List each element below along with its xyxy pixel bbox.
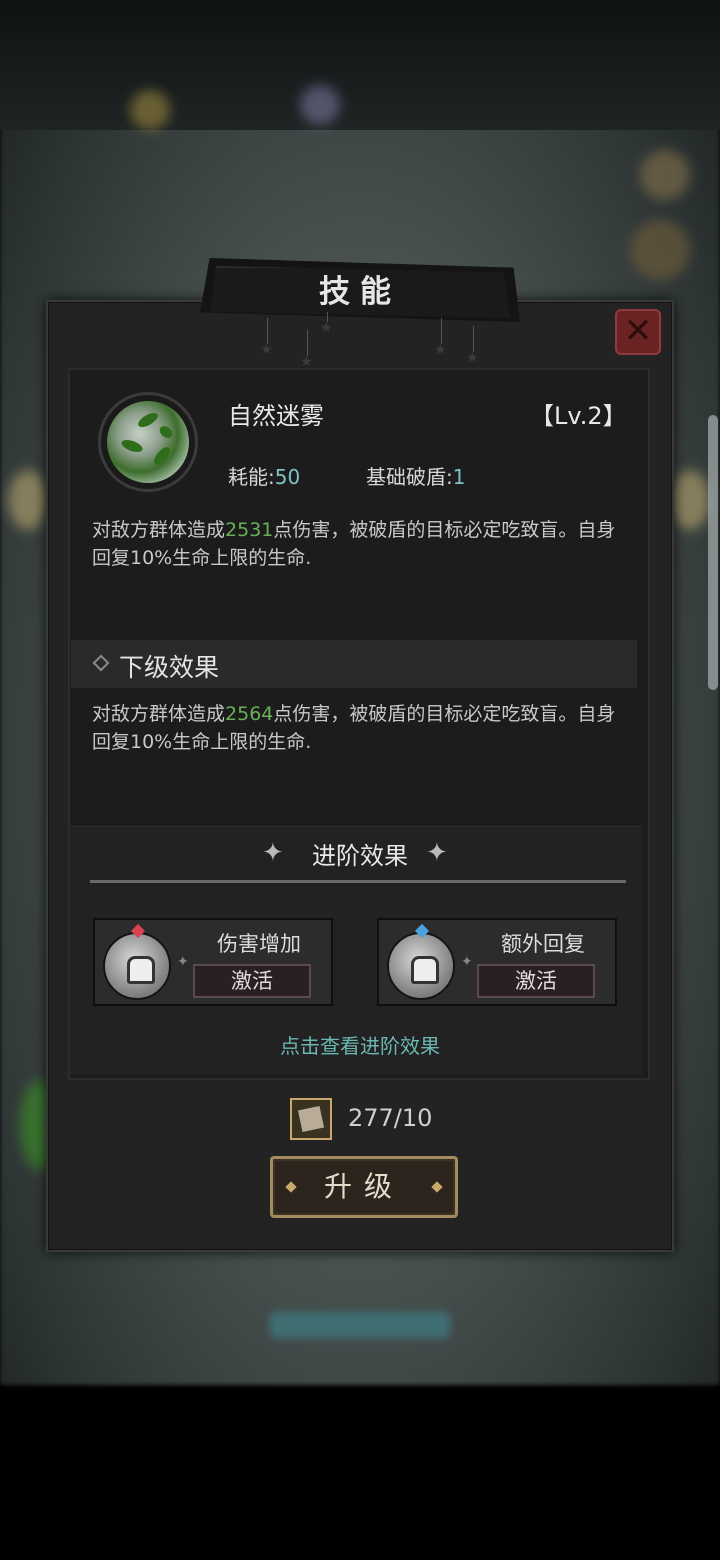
background-glow — [630, 220, 690, 280]
view-advanced-link[interactable]: 点击查看进阶效果 — [0, 1030, 720, 1059]
upgrade-label: 升级 — [323, 1170, 404, 1203]
star-ornament: ★ — [434, 318, 450, 358]
background-glow — [300, 85, 340, 125]
background-glow — [8, 470, 48, 530]
locked-effect-icon — [387, 932, 455, 1000]
scroll-indicator — [708, 415, 718, 690]
background-bar — [270, 1312, 450, 1338]
locked-effect-icon — [103, 932, 171, 1000]
skill-name: 自然迷雾 — [228, 402, 324, 430]
next-damage-value: 2564 — [225, 703, 274, 725]
skill-description: 对敌方群体造成2531点伤害，被破盾的目标必定吃致盲。自身回复10%生命上限的生… — [92, 519, 616, 569]
shield-break-value: 1 — [452, 465, 466, 489]
advanced-card-name: 额外回复 — [501, 932, 585, 956]
activate-button[interactable]: 激活 — [477, 964, 595, 998]
background-glow — [670, 470, 710, 530]
upgrade-button[interactable]: 升级 — [270, 1156, 458, 1218]
star-ornament: ★ — [320, 312, 336, 352]
advanced-title: 进阶效果 — [312, 842, 408, 870]
advanced-card-damage: ✦ 伤害增加 激活 — [93, 918, 333, 1006]
close-icon: ✕ — [623, 311, 653, 351]
lock-icon — [411, 956, 439, 984]
star-ornament: ★ — [300, 330, 316, 370]
damage-value: 2531 — [225, 519, 274, 541]
lock-icon — [127, 956, 155, 984]
energy-cost-value: 50 — [274, 465, 301, 489]
next-level-title: 下级效果 — [119, 653, 220, 682]
close-button[interactable]: ✕ — [615, 309, 661, 355]
background-glow — [130, 90, 170, 130]
background-glow — [640, 150, 690, 200]
star-ornament: ★ — [260, 318, 276, 358]
next-level-header: 下级效果 — [71, 640, 637, 688]
star-ornament: ★ — [466, 326, 482, 366]
energy-cost-label: 耗能: — [228, 465, 275, 489]
skill-icon — [98, 392, 198, 492]
advanced-card-heal: ✦ 额外回复 激活 — [377, 918, 617, 1006]
activate-button[interactable]: 激活 — [193, 964, 311, 998]
shield-break-label: 基础破盾: — [366, 465, 453, 489]
divider — [90, 880, 626, 883]
skill-level: 【Lv.2】 — [530, 402, 627, 430]
sparkle-icon: ✦ — [426, 838, 448, 868]
dialog-title: 技能 — [319, 274, 401, 310]
energy-cost: 耗能:50 — [228, 461, 300, 490]
diamond-icon — [92, 654, 110, 672]
next-level-description: 对敌方群体造成2564点伤害，被破盾的目标必定吃致盲。自身回复10%生命上限的生… — [92, 703, 616, 753]
advanced-card-name: 伤害增加 — [217, 932, 301, 956]
scroll-material-icon — [297, 1105, 325, 1133]
material-icon — [290, 1098, 332, 1140]
mist-icon — [107, 401, 189, 483]
shield-break: 基础破盾:1 — [366, 461, 465, 490]
material-count: 277/10 — [348, 1104, 433, 1132]
top-bar-background — [0, 0, 720, 130]
